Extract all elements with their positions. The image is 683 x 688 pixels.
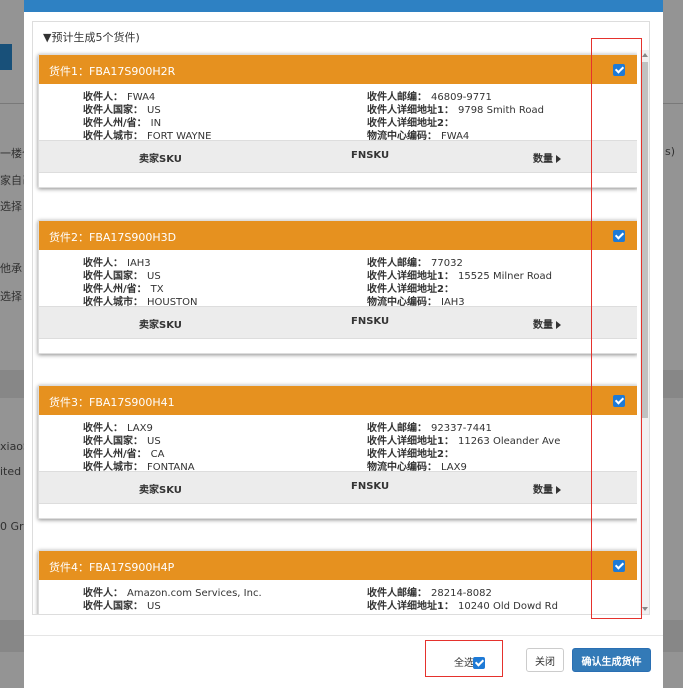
- address1-field: 收件人详细地址1： 15525 Milner Road: [367, 271, 553, 282]
- recipient-field: 收件人： IAH3: [83, 258, 151, 269]
- items-table-body: [39, 504, 637, 518]
- panel-title-toggle[interactable]: ▼预计生成5个货件): [43, 29, 140, 45]
- country-field: 收件人国家： US: [83, 436, 161, 447]
- scroll-down-icon[interactable]: [642, 607, 648, 611]
- address1-field: 收件人详细地址1： 10240 Old Dowd Rd: [367, 601, 558, 612]
- items-table-header: 卖家SKU FNSKU 数量: [39, 140, 637, 173]
- postal-code-field: 收件人邮编： 77032: [367, 258, 463, 269]
- shipment-title: 货件2：FBA17S900H3D: [49, 231, 177, 244]
- country-field: 收件人国家： US: [83, 601, 161, 612]
- col-quantity[interactable]: 数量: [533, 150, 561, 165]
- shipment-info: 收件人： Amazon.com Services, Inc. 收件人邮编： 2821…: [39, 580, 637, 614]
- postal-code-field: 收件人邮编： 92337-7441: [367, 423, 492, 434]
- shipment-title: 货件3：FBA17S900H41: [49, 396, 175, 409]
- shipment-title: 货件1：FBA17S900H2R: [49, 65, 176, 78]
- col-fnsku: FNSKU: [351, 316, 390, 327]
- scroll-up-icon[interactable]: [642, 53, 648, 57]
- col-seller-sku: 卖家SKU: [139, 320, 182, 331]
- shipment-card-header: 货件4：FBA17S900H4P: [39, 551, 637, 580]
- shipment-card-3: 货件3：FBA17S900H41 收件人： LAX9 收件人邮编： 92337-74…: [38, 385, 637, 519]
- shipment-info: 收件人： LAX9 收件人邮编： 92337-7441 收件人国家： US 收件人详细…: [39, 415, 637, 473]
- shipment-info: 收件人： FWA4 收件人邮编： 46809-9771 收件人国家： US 收件人详细…: [39, 84, 637, 142]
- recipient-field: 收件人： FWA4: [83, 92, 156, 103]
- col-quantity[interactable]: 数量: [533, 481, 561, 496]
- shipment-info: 收件人： IAH3 收件人邮编： 77032 收件人国家： US 收件人详细地址1： 1…: [39, 250, 637, 308]
- annotation-box-checkboxes: [591, 38, 642, 619]
- address1-field: 收件人详细地址1： 9798 Smith Road: [367, 105, 544, 116]
- shipment-preview-panel: ▼预计生成5个货件) 货件1：FBA17S900H2R 收件人： FWA4 收件人…: [32, 21, 650, 615]
- col-fnsku: FNSKU: [351, 481, 390, 492]
- shipment-card-header: 货件1：FBA17S900H2R: [39, 55, 637, 84]
- confirm-create-shipment-button[interactable]: 确认生成货件: [572, 648, 651, 672]
- shipment-title: 货件4：FBA17S900H4P: [49, 561, 175, 574]
- shipment-card-2: 货件2：FBA17S900H3D 收件人： IAH3 收件人邮编： 77032 收件…: [38, 220, 637, 354]
- recipient-field: 收件人： Amazon.com Services, Inc.: [83, 588, 262, 599]
- select-all-checkbox-icon[interactable]: [473, 657, 485, 669]
- postal-code-field: 收件人邮编： 46809-9771: [367, 92, 492, 103]
- shipment-card-header: 货件3：FBA17S900H41: [39, 386, 637, 415]
- col-seller-sku: 卖家SKU: [139, 485, 182, 496]
- items-table-header: 卖家SKU FNSKU 数量: [39, 471, 637, 504]
- country-field: 收件人国家： US: [83, 271, 161, 282]
- select-all-label[interactable]: 全选: [454, 654, 474, 669]
- address2-field: 收件人详细地址2：: [367, 449, 454, 460]
- shipment-card-header: 货件2：FBA17S900H3D: [39, 221, 637, 250]
- triangle-right-icon: [556, 486, 561, 494]
- shipment-list: 货件1：FBA17S900H2R 收件人： FWA4 收件人邮编： 46809-97…: [33, 50, 637, 614]
- country-field: 收件人国家： US: [83, 105, 161, 116]
- state-field: 收件人州/省： IN: [83, 118, 162, 129]
- col-seller-sku: 卖家SKU: [139, 154, 182, 165]
- create-shipment-modal: ▼预计生成5个货件) 货件1：FBA17S900H2R 收件人： FWA4 收件人…: [24, 0, 663, 688]
- shipment-card-1: 货件1：FBA17S900H2R 收件人： FWA4 收件人邮编： 46809-97…: [38, 54, 637, 188]
- col-quantity[interactable]: 数量: [533, 316, 561, 331]
- col-fnsku: FNSKU: [351, 150, 390, 161]
- state-field: 收件人州/省： TX: [83, 284, 164, 295]
- items-table-header: 卖家SKU FNSKU 数量: [39, 306, 637, 339]
- address1-field: 收件人详细地址1： 11263 Oleander Ave: [367, 436, 561, 447]
- footer-divider: [24, 635, 663, 636]
- items-table-body: [39, 173, 637, 187]
- postal-code-field: 收件人邮编： 28214-8082: [367, 588, 492, 599]
- recipient-field: 收件人： LAX9: [83, 423, 153, 434]
- state-field: 收件人州/省： CA: [83, 449, 165, 460]
- triangle-right-icon: [556, 155, 561, 163]
- modal-top-bar: [24, 0, 663, 12]
- scrollbar-thumb[interactable]: [641, 62, 648, 418]
- address2-field: 收件人详细地址2：: [367, 118, 454, 129]
- address2-field: 收件人详细地址2：: [367, 284, 454, 295]
- triangle-right-icon: [556, 321, 561, 329]
- close-button[interactable]: 关闭: [526, 648, 564, 672]
- shipment-card-4: 货件4：FBA17S900H4P 收件人： Amazon.com Services…: [38, 550, 637, 614]
- items-table-body: [39, 339, 637, 353]
